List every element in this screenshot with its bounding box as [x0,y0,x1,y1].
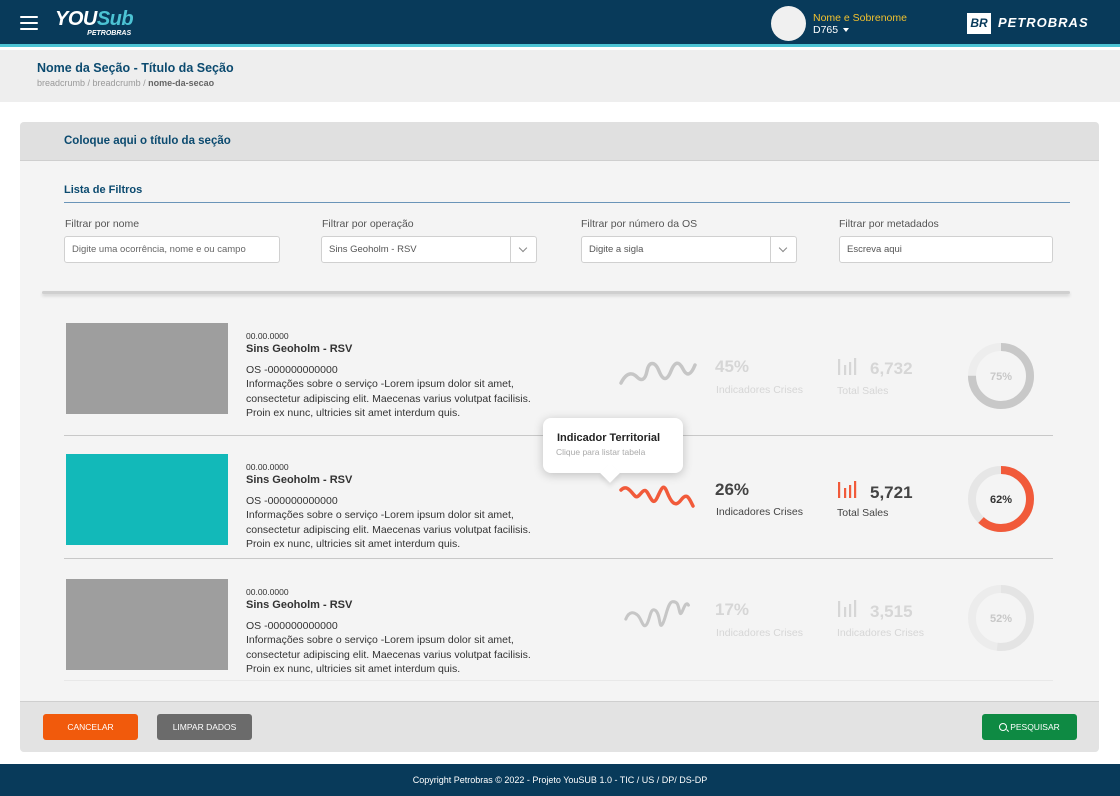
donut-chart: 75% [968,343,1034,409]
item-title: Sins Geoholm - RSV [246,599,353,611]
stat-percent: 45% [715,357,750,376]
stat-percent: 17% [715,600,750,619]
tooltip-title: Indicador Territorial [557,432,661,444]
stat-total-label: Total Sales [837,507,889,519]
filter-operation-select[interactable]: Sins Geoholm - RSV [321,236,537,263]
donut-label: 75% [990,371,1012,383]
search-button-label: PESQUISAR [1010,722,1060,732]
item-os: OS -000000000000 [246,620,338,632]
site-footer: Copyright Petrobras © 2022 - Projeto You… [0,764,1120,796]
bar-chart-icon [838,600,857,617]
breadcrumb-item[interactable]: breadcrumb [37,78,85,88]
search-button[interactable]: PESQUISAR [982,714,1077,740]
menu-icon[interactable] [20,16,38,30]
app-logo[interactable]: YOUSub PETROBRAS [55,8,134,37]
item-date: 00.00.0000 [246,331,289,341]
stat-percent: 26% [715,480,750,499]
page-title: Nome da Seção - Título da Seção [37,61,234,75]
filters-divider-shadow [42,291,1070,294]
page-header: Nome da Seção - Título da Seção breadcru… [0,50,1120,102]
breadcrumb-item[interactable]: breadcrumb [93,78,141,88]
logo-text-you: YOU [55,8,97,30]
thumbnail[interactable] [66,579,228,670]
wave-indicator-icon[interactable] [619,351,697,391]
brand-name: PETROBRAS [998,15,1089,30]
wave-indicator-icon[interactable] [619,478,697,518]
filter-os-label: Filtrar por número da OS [581,218,698,230]
stat-percent-label: Indicadores Crises [716,627,803,639]
filters-title: Lista de Filtros [64,184,143,196]
stat-percent-label: Indicadores Crises [716,506,803,518]
bar-chart-icon [838,358,857,375]
filter-operation-value: Sins Geoholm - RSV [329,244,417,255]
item-description: Informações sobre o serviço -Lorem ipsum… [246,509,531,550]
item-os: OS -000000000000 [246,495,338,507]
card-header: Coloque aqui o título da seção [20,122,1099,161]
logo-text-sub: Sub [96,8,134,30]
section-title: Coloque aqui o título da seção [64,135,231,147]
user-name[interactable]: Nome e Sobrenome [813,12,907,24]
item-title: Sins Geoholm - RSV [246,343,353,355]
logo-company: PETROBRAS [87,30,132,37]
search-icon [999,723,1008,731]
chevron-down-icon[interactable] [510,237,536,262]
clear-data-button[interactable]: LIMPAR DADOS [157,714,252,740]
stat-total: 6,732 [870,359,913,378]
item-description: Informações sobre o serviço -Lorem ipsum… [246,634,531,675]
donut-chart: 62% [968,466,1034,532]
item-os: OS -000000000000 [246,364,338,376]
filter-metadata-input[interactable]: Escreva aqui [839,236,1053,263]
br-logo-icon: BR [967,13,991,34]
chevron-down-icon[interactable] [770,237,796,262]
filter-metadata-label: Filtrar por metadados [839,218,939,230]
stat-total-label: Indicadores Crises [837,627,924,639]
thumbnail[interactable] [66,323,228,414]
tooltip-subtitle: Clique para listar tabela [556,447,646,457]
stat-percent-label: Indicadores Crises [716,384,803,396]
wave-indicator-icon[interactable] [619,593,697,633]
tooltip: Indicador Territorial Clique para listar… [543,418,683,473]
filter-name-input[interactable]: Digite uma ocorrência, nome e ou campo [64,236,280,263]
user-id: D765 [813,24,839,36]
filter-os-select[interactable]: Digite a sigla [581,236,797,263]
action-bar: CANCELAR LIMPAR DADOS PESQUISAR [20,701,1099,752]
thumbnail[interactable] [66,454,228,545]
caret-down-icon [843,28,850,33]
donut-chart: 52% [968,585,1034,651]
item-description: Informações sobre o serviço -Lorem ipsum… [246,378,531,419]
user-menu[interactable]: D765 [813,24,850,36]
filters-divider [64,202,1070,203]
bar-chart-icon [838,481,857,498]
item-date: 00.00.0000 [246,587,289,597]
breadcrumb-current: nome-da-secao [148,78,215,88]
stat-total: 5,721 [870,483,913,502]
stat-total-label: Total Sales [837,385,889,397]
item-title: Sins Geoholm - RSV [246,474,353,486]
filter-operation-label: Filtrar por operação [322,218,414,230]
filter-os-placeholder: Digite a sigla [589,244,644,255]
top-bar: YOUSub PETROBRAS Nome e Sobrenome D765 B… [0,0,1120,47]
cancel-button[interactable]: CANCELAR [43,714,138,740]
item-date: 00.00.0000 [246,462,289,472]
row-divider [64,680,1053,681]
stat-total: 3,515 [870,602,913,621]
breadcrumb: breadcrumb / breadcrumb / nome-da-secao [37,78,215,88]
list-item[interactable]: 00.00.0000 Sins Geoholm - RSV OS -000000… [64,579,1053,702]
filter-name-label: Filtrar por nome [65,218,140,230]
avatar[interactable] [771,6,806,41]
donut-label: 52% [990,613,1012,625]
row-divider [64,558,1053,559]
donut-label: 62% [990,494,1012,506]
